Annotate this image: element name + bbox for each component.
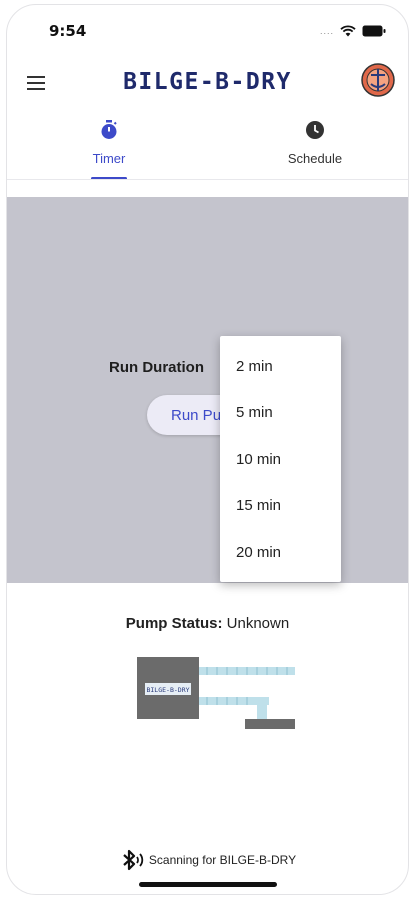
tab-divider bbox=[7, 179, 408, 180]
duration-dropdown-menu: 2 min 5 min 10 min 15 min 20 min bbox=[220, 336, 341, 582]
status-time: 9:54 bbox=[49, 22, 87, 40]
status-indicators: .... bbox=[320, 25, 386, 37]
duration-option-2-min[interactable]: 2 min bbox=[220, 343, 341, 390]
run-duration-label: Run Duration bbox=[109, 359, 204, 376]
home-indicator[interactable] bbox=[139, 882, 277, 887]
bluetooth-status-text: Scanning for BILGE-B-DRY bbox=[148, 853, 297, 867]
signal-icon: .... bbox=[319, 26, 334, 36]
pump-status-value: Unknown bbox=[226, 615, 290, 632]
duration-option-20-min[interactable]: 20 min bbox=[220, 529, 341, 576]
tab-timer-label: Timer bbox=[92, 151, 126, 166]
status-bar: 9:54 .... bbox=[7, 5, 408, 51]
battery-icon bbox=[362, 25, 386, 37]
stopwatch-icon bbox=[98, 119, 120, 141]
tab-schedule[interactable]: Schedule bbox=[215, 113, 408, 181]
clock-icon bbox=[304, 119, 326, 141]
wifi-icon bbox=[340, 25, 356, 37]
duration-option-5-min[interactable]: 5 min bbox=[220, 390, 341, 437]
bluetooth-status: Scanning for BILGE-B-DRY bbox=[7, 849, 408, 871]
tab-bar: Timer Schedule bbox=[7, 113, 408, 181]
avatar-icon[interactable] bbox=[360, 62, 396, 98]
bluetooth-searching-icon bbox=[123, 849, 144, 871]
pump-status-label: Pump Status: bbox=[125, 615, 223, 632]
duration-option-10-min[interactable]: 10 min bbox=[220, 436, 341, 483]
app-title: BILGE-B-DRY bbox=[123, 69, 292, 95]
duration-option-15-min[interactable]: 15 min bbox=[220, 483, 341, 530]
pump-illustration: BILGE-B-DRY bbox=[137, 657, 295, 729]
app-bar: BILGE-B-DRY bbox=[7, 57, 408, 109]
device-label: BILGE-B-DRY bbox=[146, 686, 189, 694]
timer-panel-scrim[interactable]: Run Duration Run Pump bbox=[7, 197, 408, 583]
tab-timer[interactable]: Timer bbox=[9, 113, 209, 181]
pump-status: Pump Status: Unknown bbox=[7, 615, 408, 632]
app-screen: 9:54 .... BILGE-B-DRY Timer Schedule Run… bbox=[6, 4, 409, 895]
tab-schedule-label: Schedule bbox=[287, 151, 343, 166]
